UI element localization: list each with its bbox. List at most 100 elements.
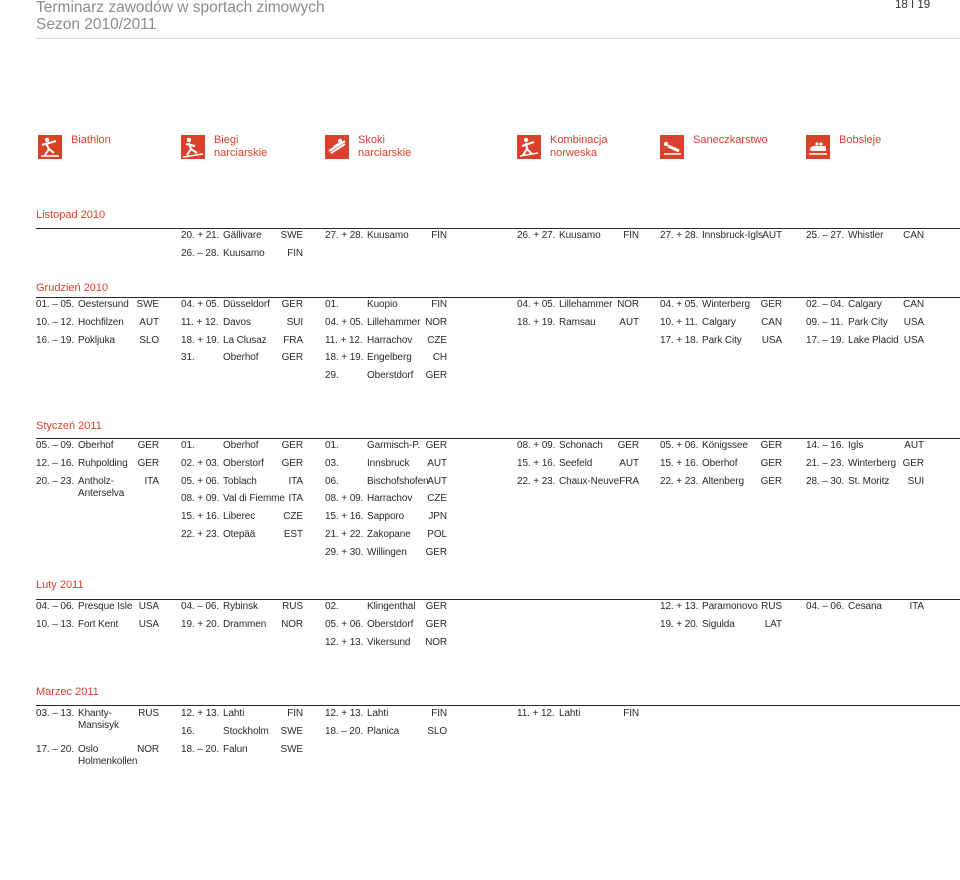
event-country: GER	[425, 601, 447, 612]
sport-label: Saneczkarstwo	[693, 134, 768, 146]
event-country: GER	[137, 440, 159, 451]
event-venue: Ruhpolding	[78, 457, 128, 469]
event-country: USA	[903, 334, 924, 346]
event-country: NOR	[425, 316, 447, 328]
event-country: GER	[902, 457, 924, 469]
event-country: GER	[425, 370, 447, 382]
event-venue: Königssee	[702, 440, 748, 451]
event-venue: Lillehammer	[367, 316, 421, 328]
event-venue: Innsbruck	[367, 457, 410, 469]
event-venue: Klingenthal	[367, 601, 416, 612]
month-divider	[36, 228, 960, 229]
event-venue: Harrachov	[367, 493, 413, 505]
event-country: SUI	[907, 475, 924, 487]
document-title: Terminarz zawodów w sportach zimowych Se…	[36, 0, 325, 33]
event-country: GER	[760, 475, 782, 487]
event-venue: Oberstdorf	[367, 618, 414, 630]
event-country: AUT	[139, 316, 159, 328]
event-country: FRA	[619, 475, 639, 487]
event-country: USA	[138, 601, 159, 612]
event-venue: Cesana	[848, 601, 882, 612]
event-country: AUT	[427, 457, 447, 469]
event-country: FIN	[623, 230, 639, 241]
event-venue: Pokljuka	[78, 334, 115, 346]
event-country: CZE	[427, 493, 447, 505]
nordic-combined-icon	[517, 135, 541, 159]
event-venue: Kuusamo	[223, 247, 265, 259]
event-country: CZE	[283, 511, 303, 523]
event-country: RUS	[761, 601, 782, 612]
event-country: CH	[432, 352, 447, 364]
event-venue: Lahti	[559, 708, 581, 719]
event-venue: Oberhof	[702, 457, 738, 469]
event-venue: Hochfilzen	[78, 316, 124, 328]
event-country: GER	[137, 457, 159, 469]
event-venue: Stockholm	[223, 725, 269, 737]
event-venue: Liberec	[223, 511, 256, 523]
title-line-2: Sezon 2010/2011	[36, 16, 157, 33]
event-venue: Antholz- Anterselva	[78, 475, 125, 499]
event-venue: Gällivare	[223, 230, 262, 241]
event-venue: Schonach	[559, 440, 603, 451]
event-country: USA	[138, 618, 159, 630]
event-venue: Oberhof	[223, 352, 259, 364]
event-venue: Oberhof	[223, 440, 259, 451]
event-country: GER	[425, 546, 447, 558]
event-country: NOR	[425, 636, 447, 648]
event-country: SWE	[280, 743, 304, 755]
event-venue: Oberstorf	[223, 457, 264, 469]
event-venue: Calgary	[848, 299, 882, 310]
sport-label: Bobsleje	[839, 134, 882, 146]
event-venue: Altenberg	[702, 475, 744, 487]
sport-header-biathlon: Biathlon	[38, 134, 111, 159]
event-country: SWE	[280, 725, 304, 737]
event-country: CZE	[427, 334, 447, 346]
luge-icon	[660, 135, 684, 159]
event-venue: Ramsau	[559, 316, 596, 328]
sport-header-bobsleigh: Bobsleje	[806, 134, 881, 159]
event-country: FIN	[623, 708, 639, 719]
event-country: GER	[760, 299, 782, 310]
event-venue: Whistler	[848, 230, 884, 241]
event-venue: Otepää	[223, 529, 256, 540]
event-venue: Oberhof	[78, 440, 114, 451]
event-country: FIN	[287, 247, 303, 259]
event-venue: Sapporo	[367, 511, 405, 523]
month-heading: Styczeń 2011	[36, 420, 102, 432]
event-venue: Düsseldorf	[223, 299, 270, 310]
event-venue: Oestersund	[78, 299, 129, 310]
event-country: GER	[425, 440, 447, 451]
event-country: GER	[281, 299, 303, 310]
page-number: 18 I 19	[895, 0, 931, 11]
event-venue: Zakopane	[367, 529, 411, 540]
event-venue: Khanty- Mansisyk	[78, 708, 119, 731]
event-venue: Vikersund	[367, 636, 411, 648]
sport-label: Skoki	[358, 134, 385, 146]
event-venue: Lahti	[367, 708, 389, 719]
event-country: FIN	[431, 708, 447, 719]
event-country: GER	[281, 352, 303, 364]
event-country: GER	[281, 440, 303, 451]
event-venue: Garmisch-P.	[367, 440, 421, 451]
event-country: NOR	[137, 744, 159, 756]
event-country: CAN	[903, 230, 924, 241]
event-venue: Falun	[223, 743, 248, 755]
event-country: USA	[761, 334, 782, 346]
event-venue: Lillehammer	[559, 299, 613, 310]
event-country: ITA	[144, 475, 159, 487]
event-country: FIN	[287, 708, 303, 719]
event-country: ITA	[288, 493, 303, 505]
event-country: SLO	[427, 725, 447, 737]
event-venue: Winterberg	[848, 457, 896, 469]
event-country: NOR	[617, 299, 639, 310]
biathlon-icon	[38, 135, 62, 159]
event-country: AUT	[619, 457, 639, 469]
month-divider	[36, 599, 960, 600]
event-country: ITA	[909, 601, 924, 612]
event-country: RUS	[282, 601, 303, 612]
event-venue: Fort Kent	[78, 618, 119, 630]
event-country: ITA	[288, 475, 303, 487]
title-line-1: Terminarz zawodów w sportach zimowych	[36, 0, 325, 16]
event-venue: Oberstdorf	[367, 370, 414, 382]
event-venue: Davos	[223, 316, 251, 328]
